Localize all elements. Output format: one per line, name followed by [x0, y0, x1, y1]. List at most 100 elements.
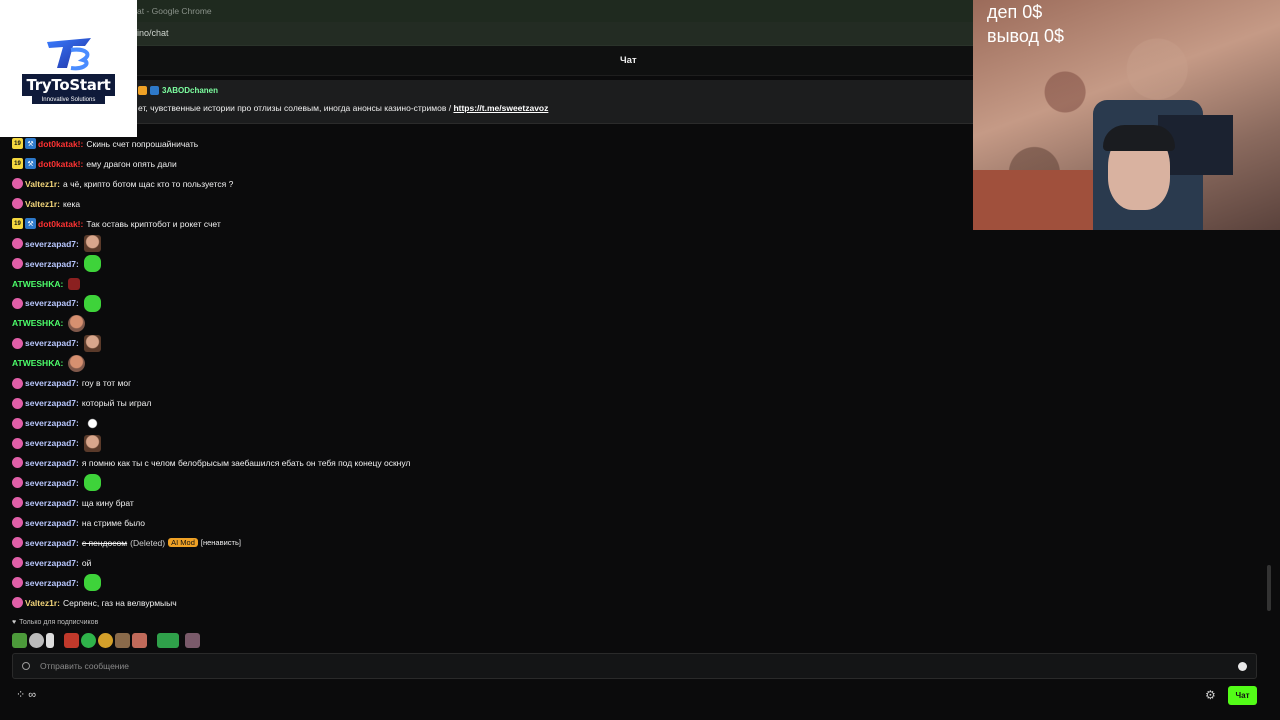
chat-message-text: ему драгон опять дали [86, 158, 177, 169]
emote-button[interactable] [46, 633, 54, 648]
subscriber-badge-icon [12, 477, 23, 489]
chat-username[interactable]: dot0katak!: [38, 219, 83, 229]
face-emote-icon[interactable] [83, 235, 101, 253]
chat-message: ATWESHKA: [12, 353, 972, 373]
hammer-badge-icon: ⚒ [25, 138, 36, 150]
chat-username[interactable]: severzapad7: [25, 259, 79, 269]
chat-input[interactable]: Отправить сообщение [12, 653, 1257, 679]
chat-username[interactable]: severzapad7: [25, 498, 79, 508]
chat-message-text: Серпенс, газ на велвурмыыч [62, 597, 177, 608]
emote-button[interactable] [157, 633, 179, 648]
emote-button[interactable] [132, 633, 147, 648]
chat-username[interactable]: severzapad7: [25, 338, 79, 348]
rock-emote-icon[interactable] [68, 314, 86, 332]
chat-username[interactable]: dot0katak!: [38, 159, 83, 169]
pinned-username[interactable]: 3ABODchanen [162, 86, 218, 95]
emoji-icon[interactable] [1238, 662, 1247, 671]
pepe-emote-icon[interactable] [83, 255, 101, 273]
message-badges [12, 597, 23, 609]
chat-username[interactable]: severzapad7: [25, 578, 79, 588]
emote-button[interactable] [98, 633, 113, 648]
subscriber-badge-icon [12, 497, 23, 509]
chat-message: severzapad7: [12, 573, 972, 593]
points-icon: ⁘ [16, 689, 26, 701]
chat-username[interactable]: severzapad7: [25, 518, 79, 528]
gear-icon[interactable]: ⚙ [1205, 688, 1216, 702]
pepe-emote-icon[interactable] [83, 474, 101, 492]
chat-message: severzapad7: [12, 254, 972, 274]
chat-username[interactable]: ATWESHKA: [12, 318, 63, 328]
chat-username-text: severzapad7 [25, 557, 77, 568]
chat-message: 19 ⚒ dot0katak!: ему драгон опять дали [12, 154, 972, 174]
pinned-link[interactable]: https://t.me/sweetzavoz [453, 103, 548, 113]
chat-username[interactable]: ATWESHKA: [12, 279, 63, 289]
face-emote-icon[interactable] [83, 434, 101, 452]
chat-username[interactable]: severzapad7: [25, 239, 79, 249]
subscriber-badge-icon [12, 517, 23, 529]
message-badges [12, 477, 23, 489]
emote-button[interactable] [12, 633, 27, 648]
send-chat-button[interactable]: Чат [1228, 686, 1257, 705]
message-badges [12, 537, 23, 549]
emote-picker-icon[interactable] [22, 662, 30, 670]
chat-username[interactable]: severzapad7: [25, 418, 79, 428]
subscriber-badge-icon [12, 577, 23, 589]
pinned-message[interactable]: 3ABODchanen ет, чувственные истории про … [0, 80, 973, 124]
chat-message: severzapad7: [12, 473, 972, 493]
chat-username[interactable]: severzapad7: [25, 438, 79, 448]
chat-scrollbar[interactable] [1267, 565, 1271, 611]
chat-message: severzapad7: гоу в тот мог [12, 373, 972, 393]
chat-username[interactable]: severzapad7: [25, 478, 79, 488]
chat-username[interactable]: ATWESHKA: [12, 358, 63, 368]
emote-bar [12, 633, 200, 648]
message-badges: 19 ⚒ [12, 138, 36, 150]
rock-emote-icon[interactable] [68, 354, 86, 372]
red-emote-icon[interactable] [68, 277, 81, 290]
emote-button[interactable] [115, 633, 130, 648]
face-emote-icon[interactable] [83, 334, 101, 352]
chat-username[interactable]: severzapad7: [25, 538, 79, 548]
logo-mark-icon [46, 37, 91, 70]
pinned-text: ет, чувственные истории про отлизы солев… [138, 103, 548, 113]
emote-button[interactable] [29, 633, 44, 648]
url-text: ino/chat [137, 28, 169, 38]
chat-username[interactable]: Valtez1r: [25, 199, 60, 209]
chat-username[interactable]: severzapad7: [25, 378, 79, 388]
message-badges [12, 437, 23, 449]
emote-button[interactable] [64, 633, 79, 648]
pinned-user[interactable]: 3ABODchanen [138, 86, 218, 95]
pinned-body: ет, чувственные истории про отлизы солев… [138, 103, 454, 113]
chat-message: severzapad7: [12, 234, 972, 254]
message-badges [12, 557, 23, 569]
chat-username[interactable]: dot0katak!: [38, 139, 83, 149]
chat-username-text: severzapad7 [25, 338, 77, 349]
chat-message-text: а чё, крипто ботом щас кто то пользуется… [62, 178, 234, 189]
chat-message: Valtez1r: кека [12, 194, 972, 214]
chat-username[interactable]: Valtez1r: [25, 179, 60, 189]
chat-username[interactable]: Valtez1r: [25, 598, 60, 608]
subscriber-badge-icon [12, 537, 23, 549]
emote-button[interactable] [81, 633, 96, 648]
chat-username[interactable]: severzapad7: [25, 298, 79, 308]
message-badges: 19 ⚒ [12, 218, 36, 230]
chat-message-text: Скинь счет попрошайничать [86, 138, 199, 149]
chat-username-text: ATWESHKA [12, 278, 61, 289]
points-indicator[interactable]: ⁘ ∞ [16, 688, 36, 701]
pepe-emote-icon[interactable] [83, 574, 101, 592]
chat-username[interactable]: severzapad7: [25, 558, 79, 568]
chat-message: severzapad7: ща кину брат [12, 493, 972, 513]
message-badges [12, 198, 23, 210]
white-emote-icon[interactable] [83, 414, 101, 432]
chat-message: severzapad7: [12, 333, 972, 353]
emote-button[interactable] [185, 633, 200, 648]
chat-username[interactable]: severzapad7: [25, 458, 79, 468]
chat-username-text: Valtez1r [25, 198, 58, 209]
address-bar[interactable]: ino/chat [0, 22, 973, 46]
chat-username[interactable]: severzapad7: [25, 398, 79, 408]
chat-username-text: Valtez1r [25, 597, 58, 608]
pepe-emote-icon[interactable] [83, 294, 101, 312]
chat-message: severzapad7: я помню как ты с челом белоб… [12, 453, 972, 473]
chat-username-text: severzapad7 [25, 517, 77, 528]
chat-username-text: severzapad7 [25, 418, 77, 429]
chat-message: severzapad7: на стриме было [12, 513, 972, 533]
